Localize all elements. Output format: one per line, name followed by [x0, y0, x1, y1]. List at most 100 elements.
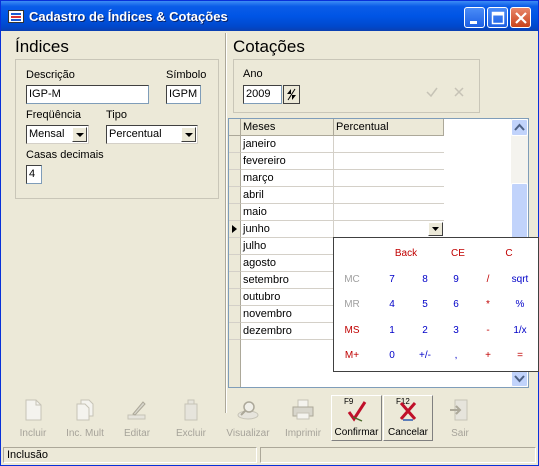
descricao-field[interactable]: IGP-M: [26, 85, 149, 104]
table-row[interactable]: junho: [229, 221, 444, 238]
close-button[interactable]: [510, 7, 531, 28]
calc-key-mr[interactable]: MR: [337, 299, 367, 310]
row-indicator[interactable]: [229, 221, 241, 238]
calc-key-4[interactable]: 4: [377, 299, 407, 310]
table-row[interactable]: janeiro: [229, 136, 444, 153]
cell-mes[interactable]: abril: [241, 187, 334, 204]
calculator-dropdown-button[interactable]: [428, 222, 443, 236]
calc-key-0[interactable]: 0: [377, 350, 407, 361]
calc-key-6[interactable]: 6: [441, 299, 471, 310]
indices-heading: Índices: [15, 37, 69, 56]
incluir-button[interactable]: Incluir: [8, 395, 58, 441]
calc-key-plus[interactable]: +: [473, 350, 503, 361]
cell-mes[interactable]: outubro: [241, 289, 334, 306]
cell-mes[interactable]: dezembro: [241, 323, 334, 340]
confirm-check-icon[interactable]: [425, 85, 439, 99]
calc-key-divide[interactable]: /: [473, 274, 503, 285]
calc-key-multiply[interactable]: *: [473, 299, 503, 310]
calc-key-ms[interactable]: MS: [337, 325, 367, 336]
sair-button[interactable]: Sair: [436, 395, 484, 441]
cell-percentual[interactable]: [334, 153, 444, 170]
row-indicator[interactable]: [229, 187, 241, 204]
cell-percentual[interactable]: [334, 136, 444, 153]
panel-divider: [225, 33, 227, 413]
cell-mes[interactable]: julho: [241, 238, 334, 255]
scroll-up-button[interactable]: [511, 119, 528, 136]
calc-key-7[interactable]: 7: [377, 274, 407, 285]
cell-mes[interactable]: agosto: [241, 255, 334, 272]
table-row[interactable]: fevereiro: [229, 153, 444, 170]
row-indicator[interactable]: [229, 323, 241, 340]
confirmar-button[interactable]: F9 Confirmar: [331, 395, 382, 441]
checkmark-icon: [347, 401, 366, 422]
calc-key-equals[interactable]: =: [505, 350, 535, 361]
cell-mes[interactable]: janeiro: [241, 136, 334, 153]
title-bar[interactable]: Cadastro de Índices & Cotações: [1, 1, 538, 31]
tipo-select[interactable]: Percentual: [106, 125, 198, 144]
cell-mes[interactable]: novembro: [241, 306, 334, 323]
casas-field[interactable]: 4: [26, 165, 42, 184]
imprimir-label: Imprimir: [284, 428, 322, 439]
calc-key-c[interactable]: C: [494, 248, 524, 259]
visualizar-button[interactable]: Visualizar: [222, 395, 274, 441]
scroll-down-button[interactable]: [511, 370, 528, 387]
column-meses[interactable]: Meses: [241, 119, 334, 136]
calc-key-sqrt[interactable]: sqrt: [505, 274, 535, 285]
frequencia-select[interactable]: Mensal: [26, 125, 89, 144]
calc-key-reciprocal[interactable]: 1/x: [505, 325, 535, 336]
maximize-button[interactable]: [487, 7, 508, 28]
excluir-button[interactable]: Excluir: [166, 395, 216, 441]
inc-mult-button[interactable]: Inc. Mult: [59, 395, 111, 441]
row-indicator-empty: [229, 340, 241, 357]
calc-key-mplus[interactable]: M+: [337, 350, 367, 361]
table-row[interactable]: maio: [229, 204, 444, 221]
calc-key-2[interactable]: 2: [410, 325, 440, 336]
calc-key-9[interactable]: 9: [441, 274, 471, 285]
new-document-icon: [25, 399, 42, 421]
table-row[interactable]: abril: [229, 187, 444, 204]
calc-key-mc[interactable]: MC: [337, 274, 367, 285]
row-indicator[interactable]: [229, 306, 241, 323]
row-indicator[interactable]: [229, 170, 241, 187]
cancelar-button[interactable]: F12 Cancelar: [383, 395, 433, 441]
confirmar-label: Confirmar: [334, 427, 379, 438]
calc-key-decimal[interactable]: ,: [441, 350, 471, 361]
row-indicator[interactable]: [229, 289, 241, 306]
editar-button[interactable]: Editar: [112, 395, 162, 441]
row-indicator[interactable]: [229, 238, 241, 255]
cell-percentual[interactable]: [334, 170, 444, 187]
calc-key-8[interactable]: 8: [410, 274, 440, 285]
cell-percentual[interactable]: [334, 204, 444, 221]
simbolo-field[interactable]: IGPM: [166, 85, 201, 104]
ano-spin-button[interactable]: [283, 85, 300, 104]
column-percentual[interactable]: Percentual: [334, 119, 444, 136]
cell-mes[interactable]: maio: [241, 204, 334, 221]
cell-percentual[interactable]: [334, 187, 444, 204]
cell-percentual[interactable]: [334, 221, 444, 238]
chevron-down-icon[interactable]: [181, 127, 196, 142]
calc-key-5[interactable]: 5: [410, 299, 440, 310]
calc-key-minus[interactable]: -: [473, 325, 503, 336]
imprimir-button[interactable]: Imprimir: [278, 395, 328, 441]
calc-key-sign[interactable]: +/-: [410, 350, 440, 361]
cell-mes[interactable]: setembro: [241, 272, 334, 289]
row-indicator[interactable]: [229, 255, 241, 272]
editar-label: Editar: [123, 428, 151, 439]
calc-key-1[interactable]: 1: [377, 325, 407, 336]
cell-mes[interactable]: março: [241, 170, 334, 187]
row-indicator[interactable]: [229, 153, 241, 170]
row-indicator[interactable]: [229, 204, 241, 221]
minimize-button[interactable]: [464, 7, 485, 28]
cell-mes[interactable]: junho: [241, 221, 334, 238]
row-indicator[interactable]: [229, 272, 241, 289]
calc-key-percent[interactable]: %: [505, 299, 535, 310]
calc-key-3[interactable]: 3: [441, 325, 471, 336]
calc-key-ce[interactable]: CE: [443, 248, 473, 259]
table-row[interactable]: março: [229, 170, 444, 187]
row-indicator[interactable]: [229, 136, 241, 153]
cell-mes[interactable]: fevereiro: [241, 153, 334, 170]
chevron-down-icon[interactable]: [72, 127, 87, 142]
cancel-x-icon[interactable]: [452, 85, 466, 99]
calc-key-back[interactable]: Back: [391, 248, 421, 259]
ano-field[interactable]: 2009: [243, 85, 282, 104]
